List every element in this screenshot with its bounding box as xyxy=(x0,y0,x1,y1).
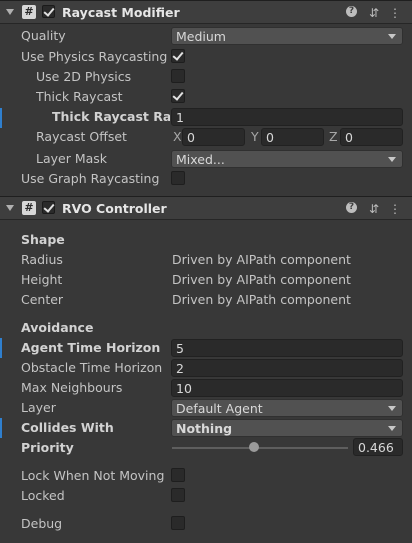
thick-raycast-radius-label: Thick Raycast Radius xyxy=(52,109,170,124)
help-icon[interactable]: ? xyxy=(346,202,360,216)
raycast-modifier-enabled-checkbox[interactable] xyxy=(42,5,55,18)
layer-mask-value: Mixed... xyxy=(176,152,225,167)
offset-y-field[interactable]: 0 xyxy=(261,128,324,146)
raycast-modifier-header[interactable]: # Raycast Modifier ? ⇵ ⋮ xyxy=(0,0,412,24)
obstacle-time-horizon-field[interactable]: 2 xyxy=(171,359,403,377)
offset-z-label: Z xyxy=(329,129,338,144)
rvo-controller-header[interactable]: # RVO Controller ? ⇵ ⋮ xyxy=(0,196,412,220)
offset-x-field[interactable]: 0 xyxy=(182,128,245,146)
quality-value: Medium xyxy=(176,29,226,44)
locked-label: Locked xyxy=(21,488,65,503)
radius-value: Driven by AIPath component xyxy=(172,252,351,267)
center-label: Center xyxy=(21,292,64,307)
lock-when-not-moving-checkbox[interactable] xyxy=(171,468,185,482)
chevron-down-icon xyxy=(388,157,396,162)
agent-time-horizon-field[interactable]: 5 xyxy=(171,339,403,357)
use-graph-raycasting-label: Use Graph Raycasting xyxy=(21,171,160,186)
help-icon[interactable]: ? xyxy=(346,6,360,20)
layer-mask-label: Layer Mask xyxy=(36,151,108,166)
lock-when-not-moving-label: Lock When Not Moving xyxy=(21,468,165,483)
layer-value: Default Agent xyxy=(176,401,263,416)
priority-slider-track[interactable] xyxy=(172,447,348,449)
thick-raycast-radius-field[interactable]: 1 xyxy=(171,108,403,126)
use-physics-raycasting-checkbox[interactable] xyxy=(171,49,185,63)
offset-x-label: X xyxy=(173,129,182,144)
use-2d-physics-checkbox[interactable] xyxy=(171,69,185,83)
layer-mask-dropdown[interactable]: Mixed... xyxy=(171,150,403,168)
rvo-controller-enabled-checkbox[interactable] xyxy=(42,201,55,214)
use-graph-raycasting-checkbox[interactable] xyxy=(171,171,185,185)
thick-raycast-label: Thick Raycast xyxy=(36,89,123,104)
chevron-down-icon xyxy=(388,406,396,411)
priority-field[interactable]: 0.466 xyxy=(353,438,403,456)
height-value: Driven by AIPath component xyxy=(172,272,351,287)
chevron-down-icon xyxy=(388,34,396,39)
offset-z-field[interactable]: 0 xyxy=(340,128,403,146)
use-physics-raycasting-label: Use Physics Raycasting xyxy=(21,49,168,64)
center-value: Driven by AIPath component xyxy=(172,292,351,307)
quality-dropdown[interactable]: Medium xyxy=(171,27,403,45)
script-icon: # xyxy=(22,201,36,215)
raycast-offset-label: Raycast Offset xyxy=(36,129,127,144)
max-neighbours-label: Max Neighbours xyxy=(21,380,123,395)
script-icon: # xyxy=(22,5,36,19)
context-menu-icon[interactable]: ⋮ xyxy=(388,202,402,216)
radius-label: Radius xyxy=(21,252,63,267)
foldout-arrow-icon[interactable] xyxy=(6,205,14,211)
component-title: Raycast Modifier xyxy=(62,5,180,20)
collides-with-label: Collides With xyxy=(21,420,114,435)
layer-dropdown[interactable]: Default Agent xyxy=(171,399,403,417)
layer-label: Layer xyxy=(21,400,56,415)
use-2d-physics-label: Use 2D Physics xyxy=(36,69,132,84)
priority-label: Priority xyxy=(21,440,74,455)
priority-slider-thumb[interactable] xyxy=(249,442,260,452)
obstacle-time-horizon-label: Obstacle Time Horizon xyxy=(21,360,163,375)
debug-label: Debug xyxy=(21,516,63,531)
shape-heading: Shape xyxy=(21,232,65,247)
debug-checkbox[interactable] xyxy=(171,516,185,530)
height-label: Height xyxy=(21,272,63,287)
modified-marker xyxy=(0,418,2,438)
presets-icon[interactable]: ⇵ xyxy=(367,202,381,216)
max-neighbours-field[interactable]: 10 xyxy=(171,379,403,397)
agent-time-horizon-label: Agent Time Horizon xyxy=(21,340,161,355)
collides-with-value: Nothing xyxy=(176,421,233,436)
thick-raycast-checkbox[interactable] xyxy=(171,89,185,103)
modified-marker xyxy=(0,108,2,128)
presets-icon[interactable]: ⇵ xyxy=(367,6,381,20)
chevron-down-icon xyxy=(388,426,396,431)
offset-y-label: Y xyxy=(251,129,259,144)
locked-checkbox[interactable] xyxy=(171,488,185,502)
avoidance-heading: Avoidance xyxy=(21,320,94,335)
context-menu-icon[interactable]: ⋮ xyxy=(388,6,402,20)
foldout-arrow-icon[interactable] xyxy=(6,9,14,15)
collides-with-dropdown[interactable]: Nothing xyxy=(171,419,403,437)
modified-marker xyxy=(0,338,2,358)
quality-label: Quality xyxy=(21,28,66,43)
component-title: RVO Controller xyxy=(62,201,167,216)
